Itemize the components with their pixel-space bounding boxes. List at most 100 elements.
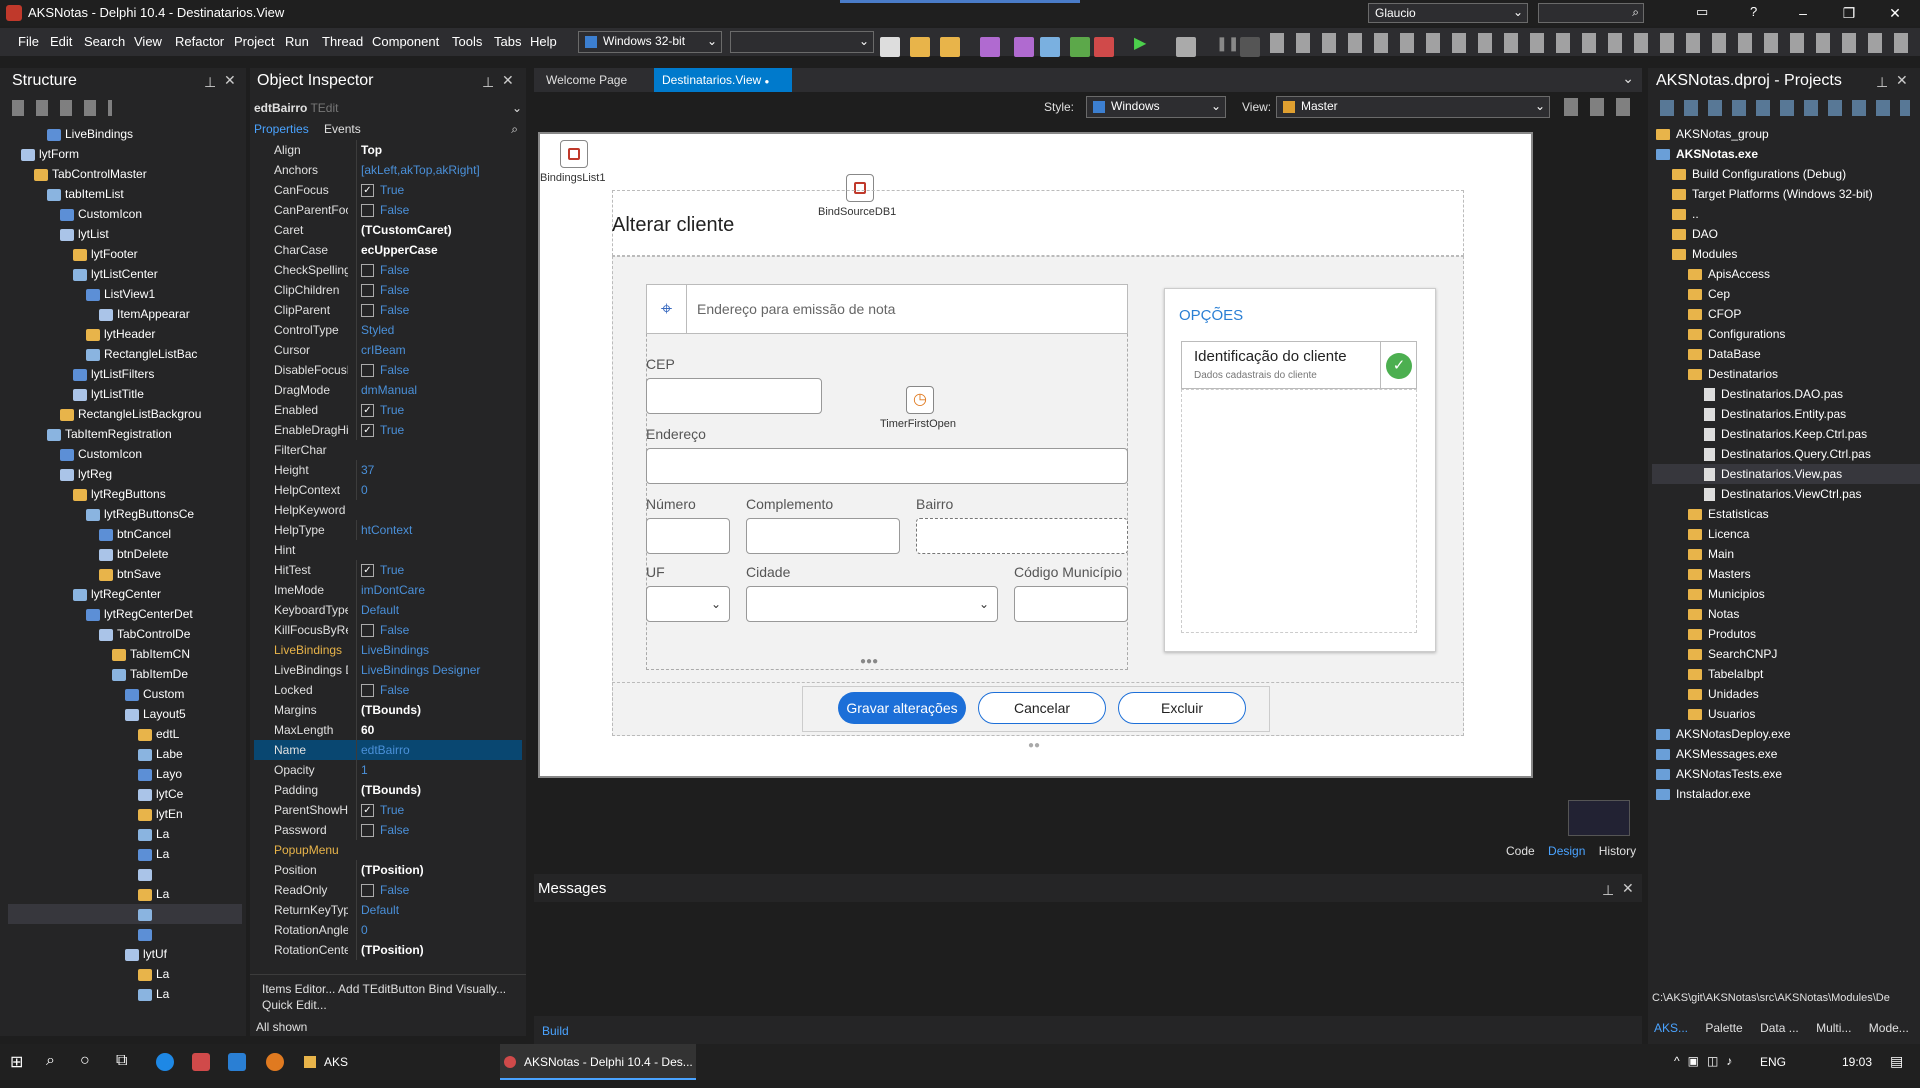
structure-node[interactable]: lytRegCenterDet (8, 604, 242, 624)
checkbox[interactable]: ✓ (361, 184, 374, 198)
project-node[interactable]: DAO (1652, 224, 1920, 244)
project-node[interactable]: .. (1652, 204, 1920, 224)
ide-search-input[interactable]: ⌕ (1538, 3, 1644, 23)
property-value[interactable]: (TBounds) (356, 780, 522, 800)
property-row[interactable]: LiveBindings LiveBindings (254, 640, 522, 660)
project-node[interactable]: Target Platforms (Windows 32-bit) (1652, 184, 1920, 204)
property-value[interactable]: edtBairro (356, 740, 522, 760)
property-row[interactable]: HitTest ✓ True (254, 560, 522, 580)
property-row[interactable]: EnableDragHighl ✓ True (254, 420, 522, 440)
structure-node[interactable]: lytReg (8, 464, 242, 484)
project-node[interactable]: AKSNotasTests.exe (1652, 764, 1920, 784)
property-value[interactable]: LiveBindings (356, 640, 522, 660)
property-value[interactable]: ✓ True (356, 560, 522, 580)
structure-node[interactable]: TabItemCN (8, 644, 242, 664)
menu-tools[interactable]: Tools (452, 34, 482, 49)
checkbox[interactable] (361, 624, 374, 638)
property-value[interactable]: False (356, 300, 522, 320)
search-icon[interactable]: ⌕ (46, 1052, 55, 1070)
close-icon[interactable]: ✕ (502, 72, 514, 89)
project-node[interactable]: Destinatarios.DAO.pas (1652, 384, 1920, 404)
tab-data[interactable]: Data ... (1760, 1021, 1799, 1035)
save-all-icon[interactable] (880, 37, 900, 57)
structure-node[interactable]: lytRegCenter (8, 584, 242, 604)
property-row[interactable]: ControlType Styled (254, 320, 522, 340)
property-value[interactable]: ✓ True (356, 400, 522, 420)
structure-node[interactable]: lytList (8, 224, 242, 244)
property-row[interactable]: Name edtBairro (254, 740, 522, 760)
property-row[interactable]: Password False (254, 820, 522, 840)
property-row[interactable]: Locked False (254, 680, 522, 700)
checkbox[interactable] (361, 204, 374, 218)
property-row[interactable]: Cursor crIBeam (254, 340, 522, 360)
checkbox[interactable]: ✓ (361, 564, 374, 578)
edge-icon[interactable] (156, 1053, 174, 1071)
property-row[interactable]: ReadOnly False (254, 880, 522, 900)
structure-node[interactable]: RectangleListBac (8, 344, 242, 364)
property-row[interactable]: LiveBindings Des LiveBindings Designer (254, 660, 522, 680)
maximize-button[interactable]: ❐ (1826, 0, 1872, 26)
property-value[interactable]: False (356, 880, 522, 900)
property-row[interactable]: ImeMode imDontCare (254, 580, 522, 600)
structure-node[interactable]: TabItemDe (8, 664, 242, 684)
project-node[interactable]: CFOP (1652, 304, 1920, 324)
form-surface[interactable]: BindingsList1 BindSourceDB1 Alterar clie… (538, 132, 1533, 778)
delphi-icon[interactable] (192, 1053, 210, 1071)
project-node[interactable]: Unidades (1652, 684, 1920, 704)
user-selector[interactable]: Glaucio ⌄ (1368, 3, 1528, 23)
projects-toolbar[interactable] (1660, 100, 1910, 116)
property-value[interactable]: (TBounds) (356, 700, 522, 720)
property-value[interactable]: htContext (356, 520, 522, 540)
property-row[interactable]: HelpType htContext (254, 520, 522, 540)
project-node[interactable]: DataBase (1652, 344, 1920, 364)
tab-build[interactable]: Build (542, 1024, 569, 1038)
client-id-option[interactable]: Identificação do cliente Dados cadastrai… (1181, 341, 1417, 389)
config-selector[interactable]: ⌄ (730, 31, 874, 53)
structure-node[interactable]: La (8, 884, 242, 904)
style-selector[interactable]: Windows ⌄ (1086, 96, 1226, 118)
structure-node[interactable]: lytRegButtonsCe (8, 504, 242, 524)
structure-node[interactable]: TabControlDe (8, 624, 242, 644)
menu-project[interactable]: Project (234, 34, 274, 49)
tab-aks[interactable]: AKS... (1654, 1021, 1688, 1035)
project-node[interactable]: Configurations (1652, 324, 1920, 344)
structure-node[interactable]: Layo (8, 764, 242, 784)
property-row[interactable]: Height 37 (254, 460, 522, 480)
tab-events[interactable]: Events (324, 122, 361, 136)
pin-icon[interactable]: ⊥ (1602, 882, 1614, 899)
tab-design[interactable]: Design (1548, 844, 1585, 858)
property-value[interactable]: Default (356, 900, 522, 920)
structure-toolbar[interactable] (12, 100, 112, 116)
property-value[interactable]: False (356, 680, 522, 700)
property-row[interactable]: Position (TPosition) (254, 860, 522, 880)
property-value[interactable]: 0 (356, 920, 522, 940)
property-value[interactable]: False (356, 820, 522, 840)
new-icon[interactable] (910, 37, 930, 57)
property-value[interactable]: (TPosition) (356, 940, 522, 960)
firefox-icon[interactable] (266, 1053, 284, 1071)
property-value[interactable]: (TCustomCaret) (356, 220, 522, 240)
structure-node[interactable]: La (8, 844, 242, 864)
structure-node[interactable] (8, 924, 242, 944)
structure-node[interactable]: lytListFilters (8, 364, 242, 384)
property-value[interactable]: Styled (356, 320, 522, 340)
language-indicator[interactable]: ENG (1760, 1055, 1786, 1069)
tab-welcome-page[interactable]: Welcome Page (538, 68, 648, 92)
project-node[interactable]: Main (1652, 544, 1920, 564)
property-value[interactable]: False (356, 200, 522, 220)
structure-node[interactable]: lytUf (8, 944, 242, 964)
structure-node[interactable]: La (8, 964, 242, 984)
project-node[interactable]: Usuarios (1652, 704, 1920, 724)
platform-selector[interactable]: Windows 32-bit ⌄ (578, 31, 722, 53)
view-toolbar-icons[interactable] (1564, 98, 1634, 116)
checkbox[interactable] (361, 884, 374, 898)
menu-refactor[interactable]: Refactor (175, 34, 224, 49)
structure-node[interactable]: btnCancel (8, 524, 242, 544)
structure-node[interactable]: lytListTitle (8, 384, 242, 404)
menu-help[interactable]: Help (530, 34, 557, 49)
messages-list[interactable] (534, 902, 1642, 1016)
complemento-input[interactable] (746, 518, 900, 554)
property-value[interactable]: False (356, 360, 522, 380)
add-file-icon[interactable] (1070, 37, 1090, 57)
project-node[interactable]: Destinatarios (1652, 364, 1920, 384)
